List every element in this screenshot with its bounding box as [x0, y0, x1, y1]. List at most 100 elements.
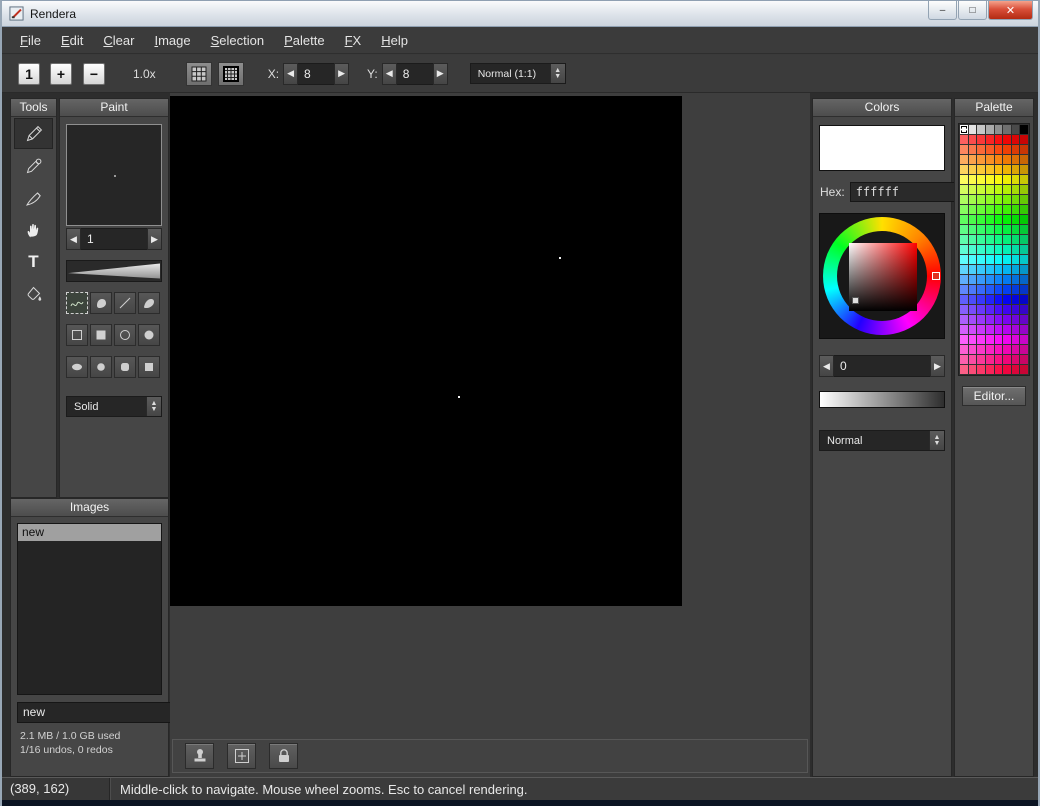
- palette-swatch[interactable]: [969, 245, 977, 254]
- palette-swatch[interactable]: [960, 195, 968, 204]
- palette-swatch[interactable]: [977, 175, 985, 184]
- palette-swatch[interactable]: [977, 285, 985, 294]
- palette-swatch[interactable]: [977, 265, 985, 274]
- palette-swatch[interactable]: [995, 265, 1003, 274]
- palette-swatch[interactable]: [995, 135, 1003, 144]
- palette-swatch[interactable]: [960, 365, 968, 374]
- palette-swatch[interactable]: [986, 185, 994, 194]
- palette-swatch[interactable]: [969, 145, 977, 154]
- stroke-smoothness-slider[interactable]: [66, 260, 162, 282]
- palette-swatch[interactable]: [977, 295, 985, 304]
- palette-swatch[interactable]: [1012, 135, 1020, 144]
- palette-swatch[interactable]: [969, 355, 977, 364]
- palette-swatch[interactable]: [1020, 275, 1028, 284]
- palette-swatch[interactable]: [1012, 275, 1020, 284]
- palette-swatch[interactable]: [1003, 315, 1011, 324]
- palette-swatch[interactable]: [977, 255, 985, 264]
- palette-swatch[interactable]: [1003, 255, 1011, 264]
- palette-swatch[interactable]: [1020, 345, 1028, 354]
- palette-swatch[interactable]: [995, 185, 1003, 194]
- palette-swatch[interactable]: [969, 185, 977, 194]
- palette-swatch[interactable]: [960, 235, 968, 244]
- palette-swatch[interactable]: [960, 275, 968, 284]
- palette-swatch[interactable]: [960, 215, 968, 224]
- palette-swatch[interactable]: [960, 205, 968, 214]
- palette-swatch[interactable]: [1003, 245, 1011, 254]
- x-value[interactable]: 8: [298, 63, 334, 85]
- palette-swatch[interactable]: [995, 355, 1003, 364]
- palette-swatch[interactable]: [995, 225, 1003, 234]
- palette-swatch[interactable]: [1020, 355, 1028, 364]
- palette-swatch[interactable]: [1003, 165, 1011, 174]
- palette-swatch[interactable]: [960, 175, 968, 184]
- palette-swatch[interactable]: [1020, 225, 1028, 234]
- palette-swatch[interactable]: [960, 145, 968, 154]
- palette-swatch[interactable]: [960, 315, 968, 324]
- palette-swatch[interactable]: [1020, 125, 1028, 134]
- menu-palette[interactable]: Palette: [274, 29, 334, 52]
- palette-swatch[interactable]: [995, 285, 1003, 294]
- palette-swatch[interactable]: [995, 195, 1003, 204]
- trans-increment-button[interactable]: ▶: [930, 355, 945, 377]
- shape-square-outline-button[interactable]: [66, 324, 88, 346]
- palette-swatch[interactable]: [995, 235, 1003, 244]
- palette-swatch[interactable]: [969, 265, 977, 274]
- palette-swatch[interactable]: [1020, 265, 1028, 274]
- palette-swatch[interactable]: [1012, 165, 1020, 174]
- shape-circle-outline-button[interactable]: [114, 324, 136, 346]
- palette-swatch[interactable]: [1012, 185, 1020, 194]
- palette-swatch[interactable]: [995, 255, 1003, 264]
- palette-swatch[interactable]: [1020, 215, 1028, 224]
- palette-swatch[interactable]: [1020, 255, 1028, 264]
- palette-swatch[interactable]: [977, 235, 985, 244]
- palette-editor-button[interactable]: Editor...: [962, 386, 1026, 406]
- palette-swatch[interactable]: [977, 185, 985, 194]
- palette-swatch[interactable]: [995, 305, 1003, 314]
- palette-swatch[interactable]: [969, 165, 977, 174]
- brush-size-value[interactable]: 1: [81, 228, 147, 250]
- palette-swatch[interactable]: [977, 355, 985, 364]
- palette-swatch[interactable]: [1012, 125, 1020, 134]
- palette-swatch[interactable]: [1012, 225, 1020, 234]
- palette-swatch[interactable]: [986, 295, 994, 304]
- tool-paint-button[interactable]: [14, 118, 53, 149]
- palette-swatch[interactable]: [1012, 335, 1020, 344]
- palette-swatch[interactable]: [1003, 285, 1011, 294]
- palette-swatch[interactable]: [969, 235, 977, 244]
- palette-swatch[interactable]: [995, 325, 1003, 334]
- palette-swatch[interactable]: [969, 125, 977, 134]
- tool-text-button[interactable]: T: [14, 246, 53, 277]
- palette-swatch[interactable]: [969, 255, 977, 264]
- palette-swatch[interactable]: [977, 365, 985, 374]
- palette-swatch[interactable]: [960, 305, 968, 314]
- palette-swatch[interactable]: [960, 265, 968, 274]
- palette-swatch[interactable]: [1003, 335, 1011, 344]
- palette-swatch[interactable]: [1020, 285, 1028, 294]
- palette-swatch[interactable]: [1020, 295, 1028, 304]
- palette-swatch[interactable]: [986, 275, 994, 284]
- images-list[interactable]: new: [17, 523, 162, 695]
- palette-swatch[interactable]: [969, 325, 977, 334]
- palette-swatch[interactable]: [960, 335, 968, 344]
- y-value[interactable]: 8: [397, 63, 433, 85]
- palette-swatch[interactable]: [1012, 195, 1020, 204]
- palette-swatch[interactable]: [960, 155, 968, 164]
- palette-swatch[interactable]: [960, 245, 968, 254]
- palette-swatch[interactable]: [977, 345, 985, 354]
- palette-swatch[interactable]: [1020, 155, 1028, 164]
- palette-swatch[interactable]: [1003, 355, 1011, 364]
- palette-swatch[interactable]: [1003, 225, 1011, 234]
- palette-swatch[interactable]: [986, 245, 994, 254]
- close-button[interactable]: ✕: [988, 1, 1033, 20]
- shape-square-filled-button[interactable]: [90, 324, 112, 346]
- palette-swatch[interactable]: [977, 325, 985, 334]
- palette-swatch[interactable]: [986, 255, 994, 264]
- palette-swatch[interactable]: [986, 135, 994, 144]
- palette-swatch[interactable]: [1020, 145, 1028, 154]
- palette-swatch[interactable]: [1003, 365, 1011, 374]
- palette-swatch[interactable]: [995, 295, 1003, 304]
- palette-swatch[interactable]: [1003, 155, 1011, 164]
- palette-swatch[interactable]: [1020, 205, 1028, 214]
- palette-swatch[interactable]: [960, 355, 968, 364]
- palette-swatch[interactable]: [977, 195, 985, 204]
